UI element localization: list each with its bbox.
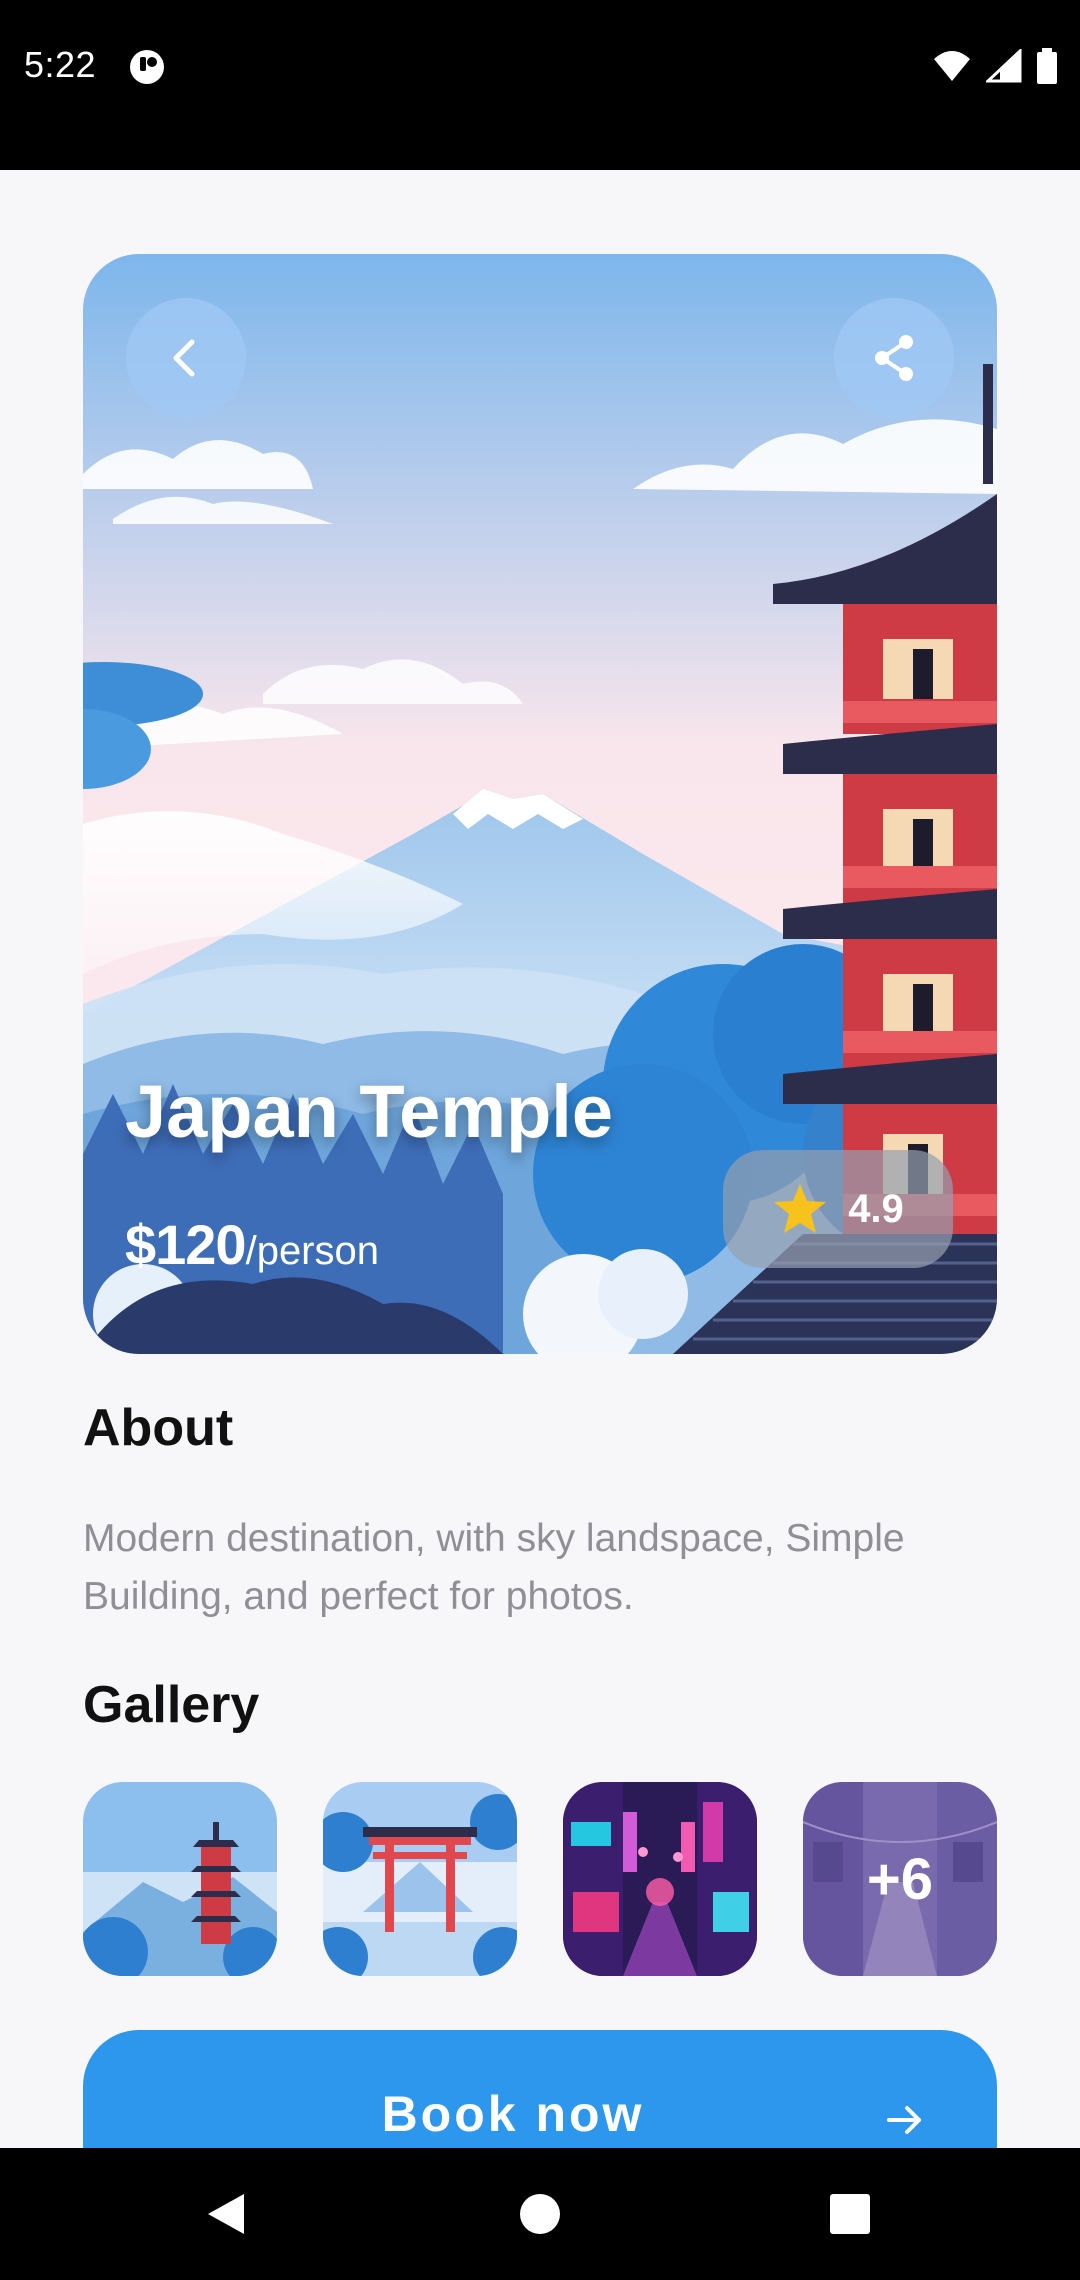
price-amount: $120	[125, 1213, 247, 1276]
rating-badge: 4.9	[723, 1150, 953, 1268]
gallery-title: Gallery	[83, 1676, 260, 1734]
back-button[interactable]	[126, 298, 246, 418]
app-notification-icon	[130, 50, 164, 84]
about-title: About	[83, 1399, 234, 1457]
torii-gate-thumbnail-image	[323, 1782, 517, 1976]
share-button[interactable]	[834, 298, 954, 418]
hero-card: Japan Temple $120/person 4.9	[83, 254, 997, 1354]
status-icons	[932, 48, 1058, 84]
gallery: +6	[83, 1782, 997, 1976]
star-icon	[774, 1184, 827, 1233]
gallery-thumb-torii[interactable]	[323, 1782, 517, 1976]
gallery-thumb-more[interactable]: +6	[803, 1782, 997, 1976]
book-now-label: Book now	[381, 2086, 645, 2142]
status-time: 5:22	[24, 44, 97, 85]
city-street-thumbnail-image	[563, 1782, 757, 1976]
arrow-right-icon	[887, 2106, 921, 2134]
nav-back-button[interactable]	[196, 2184, 256, 2244]
cell-signal-icon	[986, 49, 1022, 83]
gallery-thumb-city-street[interactable]	[563, 1782, 757, 1976]
book-now-button[interactable]: Book now	[83, 2030, 997, 2148]
pagoda-thumbnail-image	[83, 1782, 277, 1976]
nav-back-icon	[208, 2194, 244, 2234]
nav-recents-icon	[830, 2194, 870, 2234]
gallery-thumb-pagoda[interactable]	[83, 1782, 277, 1976]
nav-home-icon	[520, 2194, 560, 2234]
wifi-icon	[934, 51, 970, 81]
system-navigation-bar	[0, 2148, 1080, 2280]
nav-recents-button[interactable]	[820, 2184, 880, 2244]
rating-value: 4.9	[848, 1186, 904, 1231]
share-icon	[875, 335, 913, 381]
app-content: Japan Temple $120/person 4.9 About Moder…	[0, 170, 1080, 2148]
status-bar: 5:22	[0, 0, 1080, 170]
about-description: Modern destination, with sky landspace, …	[83, 1517, 905, 1618]
more-photos-count: +6	[866, 1846, 934, 1912]
destination-title: Japan Temple	[125, 1070, 614, 1153]
price: $120/person	[125, 1212, 379, 1277]
back-arrow-icon	[173, 339, 195, 377]
price-unit: /person	[245, 1229, 379, 1273]
battery-icon	[1037, 48, 1057, 84]
nav-home-button[interactable]	[510, 2184, 570, 2244]
